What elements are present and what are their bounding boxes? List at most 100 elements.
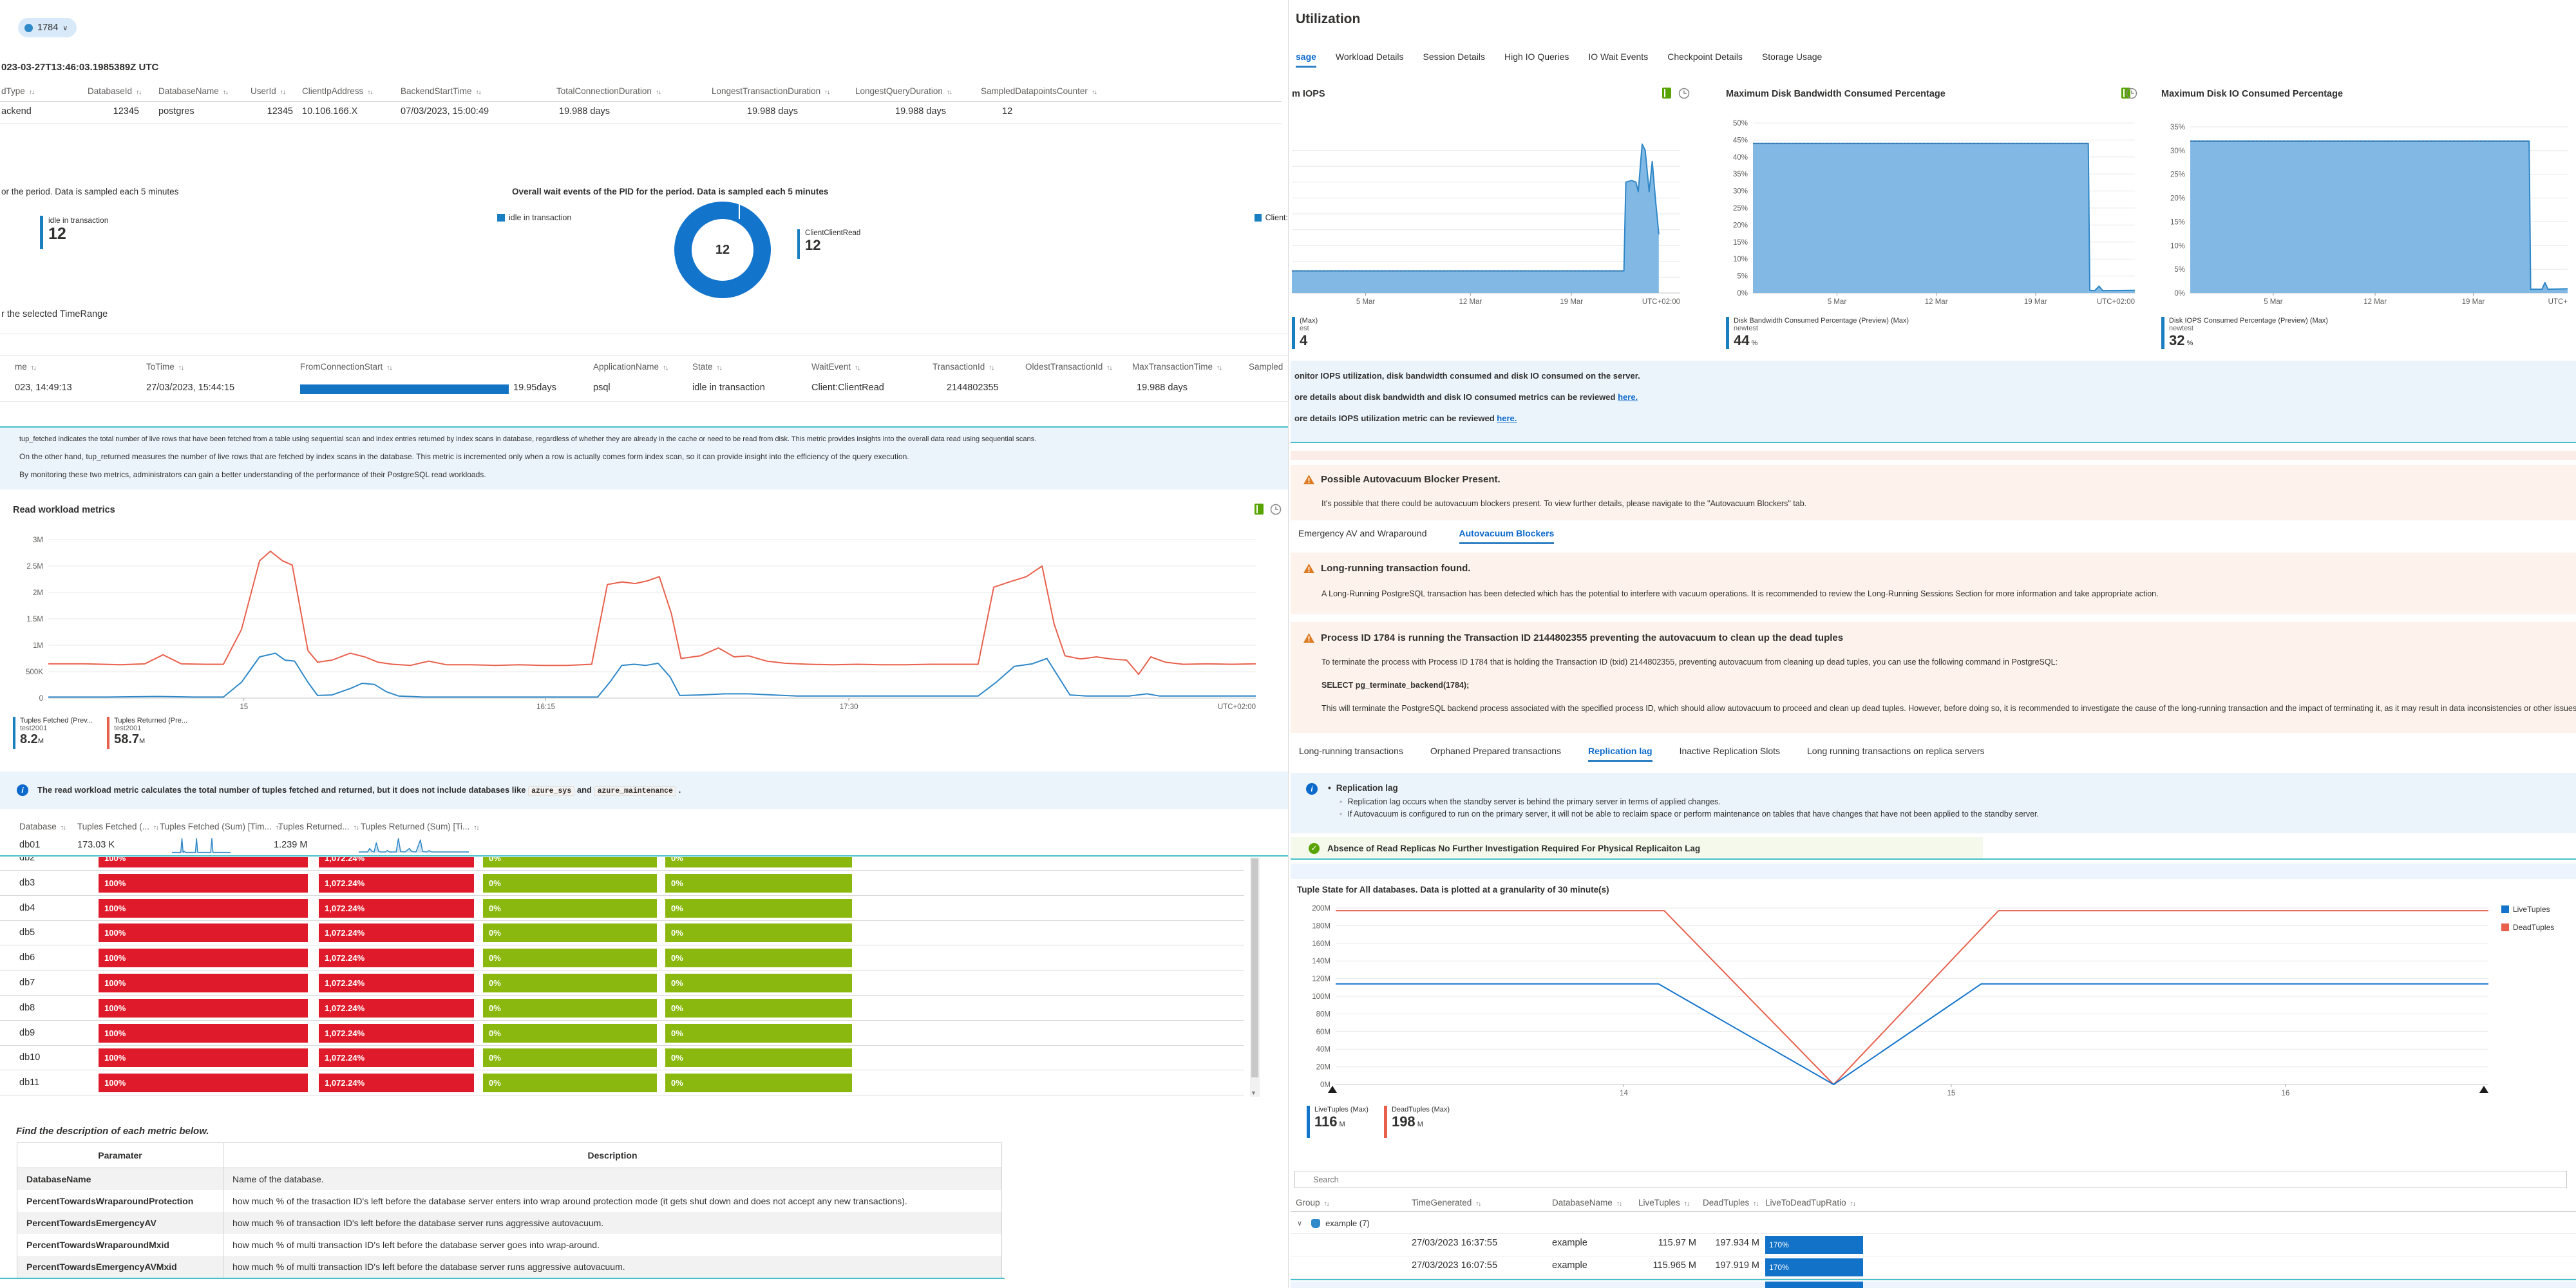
sort-icon[interactable]: ↑↓ — [947, 89, 952, 96]
session-table-row[interactable]: 023, 14:49:13 27/03/2023, 15:44:15 19.95da… — [0, 379, 1288, 402]
tab-replication-0[interactable]: Long-running transactions — [1299, 746, 1403, 762]
tab-replication-3[interactable]: Inactive Replication Slots — [1680, 746, 1780, 762]
tab-replication-4[interactable]: Long running transactions on replica ser… — [1807, 746, 1985, 762]
tab-autovacuum-0[interactable]: Emergency AV and Wraparound — [1298, 528, 1427, 544]
table-row[interactable]: db6 100% 1,072.24% 0% 0% — [0, 946, 1244, 971]
column-header[interactable]: TransactionId ↑↓ — [933, 362, 994, 372]
column-header[interactable]: BackendStartTime ↑↓ — [401, 86, 482, 96]
sort-icon[interactable]: ↑↓ — [1217, 365, 1222, 372]
sort-icon[interactable]: ↑↓ — [476, 89, 482, 96]
scrollbar-thumb[interactable] — [1251, 858, 1258, 1077]
tab-utilization-3[interactable]: High IO Queries — [1504, 52, 1569, 68]
column-header[interactable]: DatabaseId ↑↓ — [88, 86, 142, 96]
table-row[interactable]: db2 100% 1,072.24% 0% 0% — [0, 857, 1244, 871]
sort-icon[interactable]: ↑↓ — [1092, 89, 1097, 96]
table-row[interactable]: db9 100% 1,072.24% 0% 0% — [0, 1021, 1244, 1046]
column-header[interactable]: MaxTransactionTime ↑↓ — [1132, 362, 1222, 372]
sort-icon[interactable]: ↑↓ — [178, 365, 184, 372]
sort-icon[interactable]: ↑↓ — [153, 824, 159, 831]
sort-icon[interactable]: ↑↓ — [31, 365, 37, 372]
column-header[interactable]: State ↑↓ — [692, 362, 723, 372]
sort-icon[interactable]: ↑↓ — [136, 89, 142, 96]
sort-icon[interactable]: ↑↓ — [29, 89, 35, 96]
sort-icon[interactable]: ↑↓ — [473, 824, 479, 831]
column-header[interactable]: DeadTuples ↑↓ — [1703, 1198, 1759, 1208]
tab-utilization-4[interactable]: IO Wait Events — [1588, 52, 1648, 68]
tuple-table-group-row[interactable]: ∨ example (7) — [1291, 1213, 2576, 1234]
workbook-icon[interactable] — [1255, 504, 1264, 515]
sort-icon[interactable]: ↑↓ — [386, 365, 392, 372]
sort-icon[interactable]: ↑↓ — [354, 824, 359, 831]
column-header[interactable]: TimeGenerated ↑↓ — [1412, 1198, 1481, 1208]
sort-icon[interactable]: ↑↓ — [1616, 1200, 1622, 1208]
tab-replication-2[interactable]: Replication lag — [1588, 746, 1653, 762]
column-header[interactable]: me ↑↓ — [15, 362, 37, 372]
column-header[interactable]: TotalConnectionDuration ↑↓ — [556, 86, 661, 96]
scroll-down-icon[interactable]: ▼ — [1251, 1090, 1256, 1096]
chevron-down-icon[interactable]: ∨ — [1297, 1219, 1302, 1227]
tab-utilization-5[interactable]: Checkpoint Details — [1667, 52, 1743, 68]
here-link[interactable]: here. — [1497, 413, 1517, 423]
tab-replication-1[interactable]: Orphaned Prepared transactions — [1430, 746, 1561, 762]
sort-icon[interactable]: ↑↓ — [1684, 1200, 1690, 1208]
here-link[interactable]: here. — [1618, 392, 1638, 402]
column-header[interactable]: Group ↑↓ — [1296, 1198, 1330, 1208]
sort-icon[interactable]: ↑↓ — [989, 365, 994, 372]
column-header[interactable]: WaitEvent ↑↓ — [811, 362, 860, 372]
tab-utilization-6[interactable]: Storage Usage — [1762, 52, 1822, 68]
column-header[interactable]: Database ↑↓ — [19, 822, 66, 831]
column-header[interactable]: OldestTransactionId ↑↓ — [1025, 362, 1112, 372]
sort-icon[interactable]: ↑↓ — [280, 89, 286, 96]
db-table-row[interactable]: db01 173.03 K 1.239 M — [0, 836, 1288, 855]
clock-icon[interactable] — [2126, 88, 2137, 99]
time-slider-handle[interactable] — [1328, 1086, 1337, 1093]
column-header[interactable]: DatabaseName ↑↓ — [158, 86, 229, 96]
column-header[interactable]: UserId ↑↓ — [251, 86, 286, 96]
column-header[interactable]: Tuples Returned (Sum) [Ti... ↑↓ — [361, 822, 479, 831]
table-row[interactable]: 27/03/2023 16:37:55 example 115.97 M 197.93… — [1291, 1234, 2576, 1256]
table-row[interactable]: 27/03/2023 16:07:55 example 115.965 M 197.9… — [1291, 1256, 2576, 1279]
table-row[interactable]: db7 100% 1,072.24% 0% 0% — [0, 971, 1244, 996]
search-input[interactable] — [1294, 1171, 2567, 1188]
column-header[interactable]: SampledDatapointsCounter ↑↓ — [981, 86, 1097, 96]
sort-icon[interactable]: ↑↓ — [61, 824, 66, 831]
column-header[interactable]: LongestQueryDuration ↑↓ — [855, 86, 952, 96]
connection-table-row[interactable]: ackend 12345 postgres 12345 10.106.166.X 07/0… — [0, 102, 1282, 124]
table-row[interactable]: db4 100% 1,072.24% 0% 0% — [0, 896, 1244, 921]
scrollbar[interactable]: ▼ — [1250, 857, 1260, 1097]
sort-icon[interactable]: ↑↓ — [1850, 1200, 1856, 1208]
clock-icon[interactable] — [1270, 504, 1282, 515]
sort-icon[interactable]: ↑↓ — [1753, 1200, 1759, 1208]
column-header[interactable]: FromConnectionStart ↑↓ — [300, 362, 392, 372]
tab-utilization-0[interactable]: sage — [1296, 52, 1316, 68]
column-header[interactable]: dType ↑↓ — [1, 86, 35, 96]
column-header[interactable]: Tuples Fetched (... ↑↓ — [77, 822, 159, 831]
column-header[interactable]: DatabaseName ↑↓ — [1552, 1198, 1622, 1208]
column-header[interactable]: LongestTransactionDuration ↑↓ — [712, 86, 830, 96]
sort-icon[interactable]: ↑↓ — [1106, 365, 1112, 372]
workbook-icon[interactable] — [1662, 88, 1671, 99]
column-header[interactable]: Tuples Returned... ↑↓ — [278, 822, 359, 831]
column-header[interactable]: Tuples Fetched (Sum) [Tim... ↑↓ — [160, 822, 281, 831]
sort-icon[interactable]: ↑↓ — [223, 89, 229, 96]
sort-icon[interactable]: ↑↓ — [717, 365, 723, 372]
sort-icon[interactable]: ↑↓ — [1324, 1200, 1330, 1208]
sort-icon[interactable]: ↑↓ — [656, 89, 661, 96]
sort-icon[interactable]: ↑↓ — [1475, 1200, 1481, 1208]
column-header[interactable]: ClientIpAddress ↑↓ — [302, 86, 373, 96]
tab-utilization-1[interactable]: Workload Details — [1336, 52, 1404, 68]
pid-filter-pill[interactable]: 1784 ∨ — [18, 18, 77, 37]
table-row[interactable]: db10 100% 1,072.24% 0% 0% — [0, 1046, 1244, 1071]
tab-autovacuum-1[interactable]: Autovacuum Blockers — [1459, 528, 1555, 544]
column-header[interactable]: LiveToDeadTupRatio ↑↓ — [1765, 1198, 1856, 1208]
table-row[interactable]: db8 100% 1,072.24% 0% 0% — [0, 996, 1244, 1021]
table-row[interactable]: db11 100% 1,072.24% 0% 0% — [0, 1071, 1244, 1096]
column-header[interactable]: ToTime ↑↓ — [146, 362, 184, 372]
sort-icon[interactable]: ↑↓ — [367, 89, 373, 96]
column-header[interactable]: Sampled↑↓ — [1249, 362, 1288, 372]
table-row[interactable]: db3 100% 1,072.24% 0% 0% — [0, 871, 1244, 896]
table-row[interactable]: db5 100% 1,072.24% 0% 0% — [0, 921, 1244, 946]
sort-icon[interactable]: ↑↓ — [824, 89, 830, 96]
sort-icon[interactable]: ↑↓ — [855, 365, 860, 372]
clock-icon[interactable] — [1678, 88, 1690, 99]
